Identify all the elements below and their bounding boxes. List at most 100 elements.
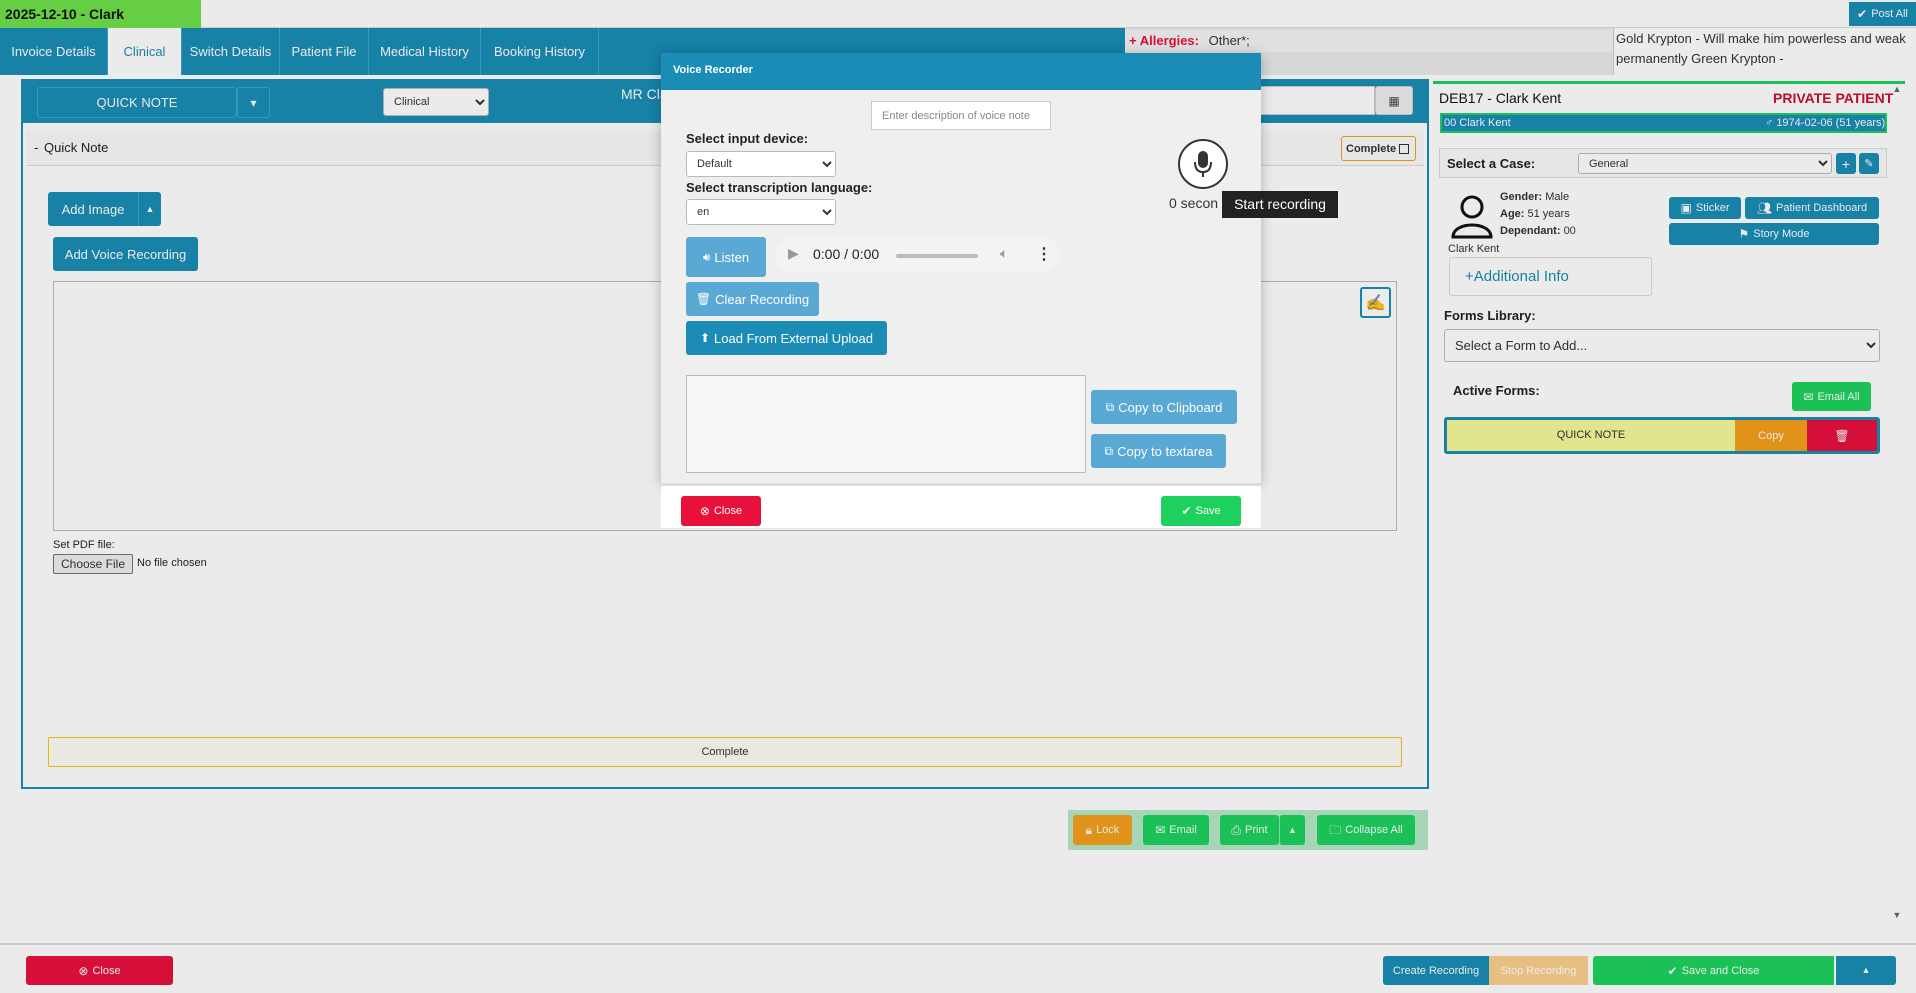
sticker-button[interactable]: ▣ Sticker xyxy=(1669,197,1741,219)
copy-to-textarea-button[interactable]: ⧉ Copy to textarea xyxy=(1091,434,1226,468)
dependant-row: Dependant: 00 xyxy=(1500,225,1576,237)
complete-chip-label: Complete xyxy=(1346,142,1397,155)
add-voice-recording-button[interactable]: Add Voice Recording xyxy=(53,237,198,271)
caret-up-icon: ▲ xyxy=(1288,824,1297,835)
date-title: 2025-12-10 - Clark xyxy=(0,0,201,28)
caret-up-icon: ▲ xyxy=(1861,965,1871,975)
edit-case-button[interactable]: ✎ xyxy=(1859,153,1879,174)
quick-note-caret-button[interactable]: ▾ xyxy=(237,87,270,118)
save-caret-button[interactable]: ▲ xyxy=(1836,956,1896,985)
print-label: Print xyxy=(1244,824,1268,836)
modal-save-label: Save xyxy=(1195,505,1221,517)
save-and-close-label: Save and Close xyxy=(1681,964,1760,977)
collapse-all-button[interactable]: 🗀︎ Collapse All xyxy=(1317,815,1415,845)
calendar-button[interactable]: ▦ xyxy=(1375,86,1413,115)
language-select[interactable]: en xyxy=(686,199,836,225)
trash-icon: 🗑︎ xyxy=(695,292,712,306)
allergies-value: Other*; xyxy=(1208,33,1250,48)
post-all-button[interactable]: ✔ Post All xyxy=(1849,2,1916,26)
audio-time: 0:00 / 0:00 xyxy=(813,246,880,262)
avatar xyxy=(1449,193,1495,239)
modal-title: Voice Recorder xyxy=(673,64,753,76)
users-icon: 👥︎ xyxy=(1756,201,1773,215)
seconds-counter: 0 secon xyxy=(1169,195,1219,211)
case-select[interactable]: General xyxy=(1578,153,1832,174)
tab-booking-history[interactable]: Booking History xyxy=(481,28,599,75)
upload-icon: ⬆ xyxy=(699,331,711,345)
checkbox-icon[interactable] xyxy=(1399,143,1410,154)
lock-button[interactable]: 🔒︎ Lock xyxy=(1073,815,1132,845)
quick-note-dropdown[interactable]: QUICK NOTE xyxy=(37,87,237,118)
forms-library-select[interactable]: Select a Form to Add... xyxy=(1444,329,1880,362)
modal-save-button[interactable]: ✔ Save xyxy=(1161,496,1241,526)
story-mode-button[interactable]: ⚑ Story Mode xyxy=(1669,223,1879,245)
volume-icon: 🔊︎ xyxy=(702,250,711,264)
input-device-select[interactable]: Default xyxy=(686,151,836,177)
modal-close-button[interactable]: ⊗ Close xyxy=(681,496,761,526)
record-button[interactable] xyxy=(1178,139,1228,189)
plus-icon: + xyxy=(1841,155,1851,172)
complete-chip[interactable]: Complete xyxy=(1341,136,1416,161)
quick-note-toggle[interactable]: - xyxy=(34,140,38,155)
listen-button[interactable]: 🔊︎ Listen xyxy=(686,237,766,277)
check-circle-icon: ✔ xyxy=(1181,504,1192,518)
patient-header: DEB17 - Clark Kent xyxy=(1439,90,1562,106)
mute-icon[interactable]: 🔈︎ xyxy=(1000,245,1008,262)
save-and-close-button[interactable]: ✔ Save and Close xyxy=(1593,956,1834,985)
stop-recording-button[interactable]: Stop Recording xyxy=(1489,956,1588,985)
active-forms-label: Active Forms: xyxy=(1453,383,1540,398)
close-circle-icon: ⊗ xyxy=(78,963,89,978)
signature-button[interactable]: ✍ xyxy=(1360,287,1391,318)
more-options-icon[interactable]: ⋮ xyxy=(1036,244,1052,264)
delete-form-button[interactable]: 🗑︎ xyxy=(1807,420,1877,451)
load-external-button[interactable]: ⬆ Load From External Upload xyxy=(686,321,887,355)
print-icon: ⎙ xyxy=(1231,823,1241,837)
date-field[interactable] xyxy=(1250,86,1375,115)
play-icon[interactable]: ▶ xyxy=(788,245,799,262)
print-button[interactable]: ⎙ Print xyxy=(1220,815,1279,845)
add-image-caret-button[interactable]: ▲ xyxy=(138,192,161,226)
patient-panel-scrollbar[interactable]: ▲ ▼ xyxy=(1890,84,1904,920)
trash-icon: 🗑︎ xyxy=(1834,428,1850,443)
print-caret-button[interactable]: ▲ xyxy=(1279,815,1305,845)
gender-value: Male xyxy=(1545,191,1570,203)
close-circle-icon: ⊗ xyxy=(699,504,710,518)
category-select[interactable]: Clinical xyxy=(383,88,489,116)
tab-switch-details[interactable]: Switch Details xyxy=(182,28,280,75)
tab-clinical[interactable]: Clinical xyxy=(108,28,182,75)
age-value: 51 years xyxy=(1527,208,1570,220)
dependant-value: 00 xyxy=(1563,225,1576,237)
dashboard-label: Patient Dashboard xyxy=(1776,202,1868,214)
additional-info-button[interactable]: +Additional Info xyxy=(1449,257,1652,296)
add-case-button[interactable]: + xyxy=(1836,153,1856,174)
clear-recording-button[interactable]: 🗑︎ Clear Recording xyxy=(686,282,819,316)
story-icon: ⚑ xyxy=(1738,227,1750,241)
case-label: Select a Case: xyxy=(1447,156,1536,171)
email-label: Email xyxy=(1169,824,1197,836)
create-recording-button[interactable]: Create Recording xyxy=(1383,956,1489,985)
tab-invoice-details[interactable]: Invoice Details xyxy=(0,28,108,75)
check-circle-icon: ✔ xyxy=(1857,7,1868,21)
complete-bar[interactable]: Complete xyxy=(48,737,1402,767)
transcription-textarea[interactable] xyxy=(686,375,1086,473)
forms-library-label: Forms Library: xyxy=(1444,308,1536,323)
email-all-button[interactable]: ✉ Email All xyxy=(1792,382,1871,411)
footer-close-button[interactable]: ⊗ Close xyxy=(26,956,173,985)
allergies-bar: + Allergies: Other*; xyxy=(1125,30,1613,52)
language-label: Select transcription language: xyxy=(686,180,873,195)
age-row: Age: 51 years xyxy=(1500,208,1570,220)
tab-patient-file[interactable]: Patient File xyxy=(280,28,369,75)
choose-file-button[interactable]: Choose File xyxy=(53,554,133,574)
copy-to-clipboard-button[interactable]: ⧉ Copy to Clipboard xyxy=(1091,390,1237,424)
active-form-name[interactable]: QUICK NOTE xyxy=(1447,420,1735,451)
description-input[interactable]: Enter description of voice note xyxy=(871,101,1051,130)
email-button[interactable]: ✉ Email xyxy=(1143,815,1209,845)
patient-id-line: 00 Clark Kent xyxy=(1444,117,1511,129)
patient-dashboard-button[interactable]: 👥︎ Patient Dashboard xyxy=(1745,197,1879,219)
copy-form-button[interactable]: Copy xyxy=(1735,420,1807,451)
tab-medical-history[interactable]: Medical History xyxy=(369,28,481,75)
user-icon xyxy=(1451,195,1493,239)
audio-progress[interactable] xyxy=(896,254,978,258)
add-image-button[interactable]: Add Image xyxy=(48,192,138,226)
start-recording-tooltip: Start recording xyxy=(1222,191,1338,218)
